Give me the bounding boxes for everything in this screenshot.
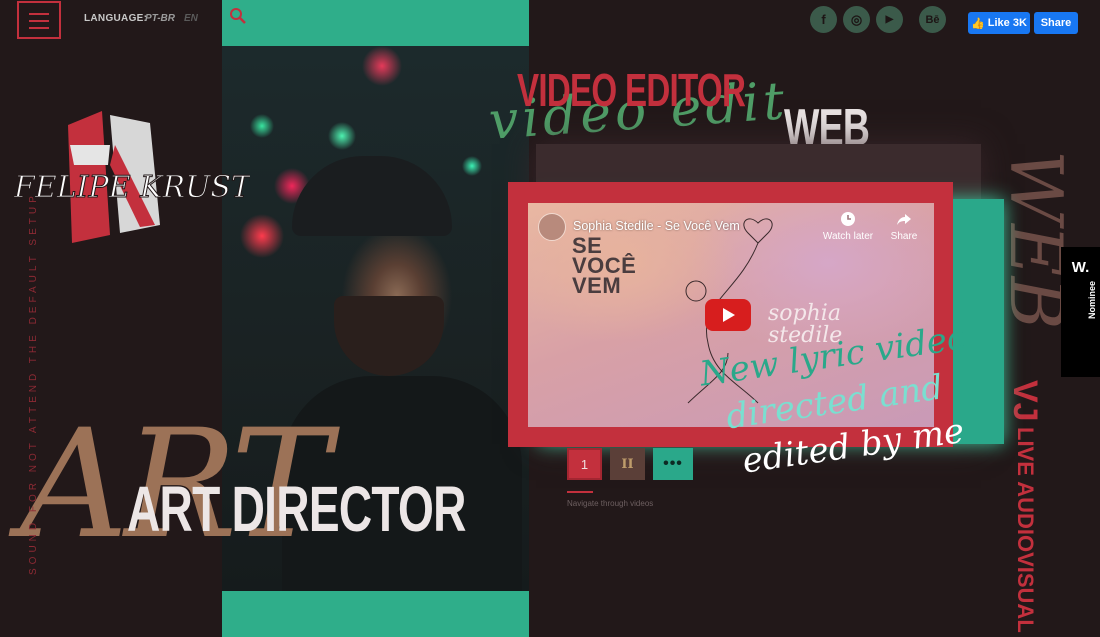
video-nav-pause[interactable]: II	[610, 448, 645, 480]
video-share-button[interactable]: Share	[884, 211, 924, 242]
facebook-icon[interactable]: f	[810, 6, 837, 33]
watch-later-button[interactable]: Watch later	[820, 211, 876, 242]
awwwards-logo: W.	[1071, 259, 1090, 276]
portrait-cap	[292, 156, 452, 236]
language-en[interactable]: EN	[184, 13, 198, 24]
watch-later-label: Watch later	[822, 231, 874, 242]
language-pt-br[interactable]: PT-BR	[145, 13, 175, 24]
video-nav-hint: Navigate through videos	[567, 499, 654, 508]
language-label: LANGUAGE:	[84, 13, 148, 24]
share-arrow-icon	[897, 214, 911, 225]
video-nav-more[interactable]: •••	[653, 448, 693, 480]
youtube-icon[interactable]: ▶	[876, 6, 903, 33]
awwwards-nominee-badge[interactable]: W. Nominee	[1061, 247, 1100, 377]
live-audiovisual-heading: LIVE AUDIOVISUAL	[1013, 427, 1038, 633]
video-nav-current[interactable]: 1	[567, 448, 602, 480]
like-count-label: Like 3K	[987, 17, 1027, 29]
menu-button[interactable]	[17, 1, 61, 39]
thumbs-up-icon: 👍	[971, 17, 985, 30]
play-button[interactable]	[705, 299, 751, 331]
video-editor-heading: VIDEO EDITOR	[517, 64, 746, 116]
nominee-label: Nominee	[1087, 280, 1097, 319]
menu-bar	[29, 27, 49, 29]
clock-icon	[841, 212, 855, 226]
instagram-icon[interactable]: ◎	[843, 6, 870, 33]
svg-text:FELIPE KRUST: FELIPE KRUST	[13, 170, 250, 205]
song-title-art: SE VOCÊ VEM	[572, 233, 637, 298]
art-director-heading: ART DIRECTOR	[127, 473, 466, 545]
channel-avatar[interactable]	[538, 213, 566, 241]
facebook-share-button[interactable]: Share	[1034, 12, 1078, 34]
search-icon[interactable]	[229, 7, 247, 25]
video-nav-indicator	[567, 491, 593, 493]
behance-icon[interactable]: Bē	[919, 6, 946, 33]
portrait-face	[334, 296, 444, 376]
menu-bar	[29, 13, 49, 15]
share-label: Share	[890, 231, 918, 242]
menu-bar	[29, 20, 49, 22]
facebook-like-button[interactable]: 👍 Like 3K	[968, 12, 1030, 34]
felipe-krust-logo[interactable]: FELIPE KRUST	[10, 105, 250, 255]
